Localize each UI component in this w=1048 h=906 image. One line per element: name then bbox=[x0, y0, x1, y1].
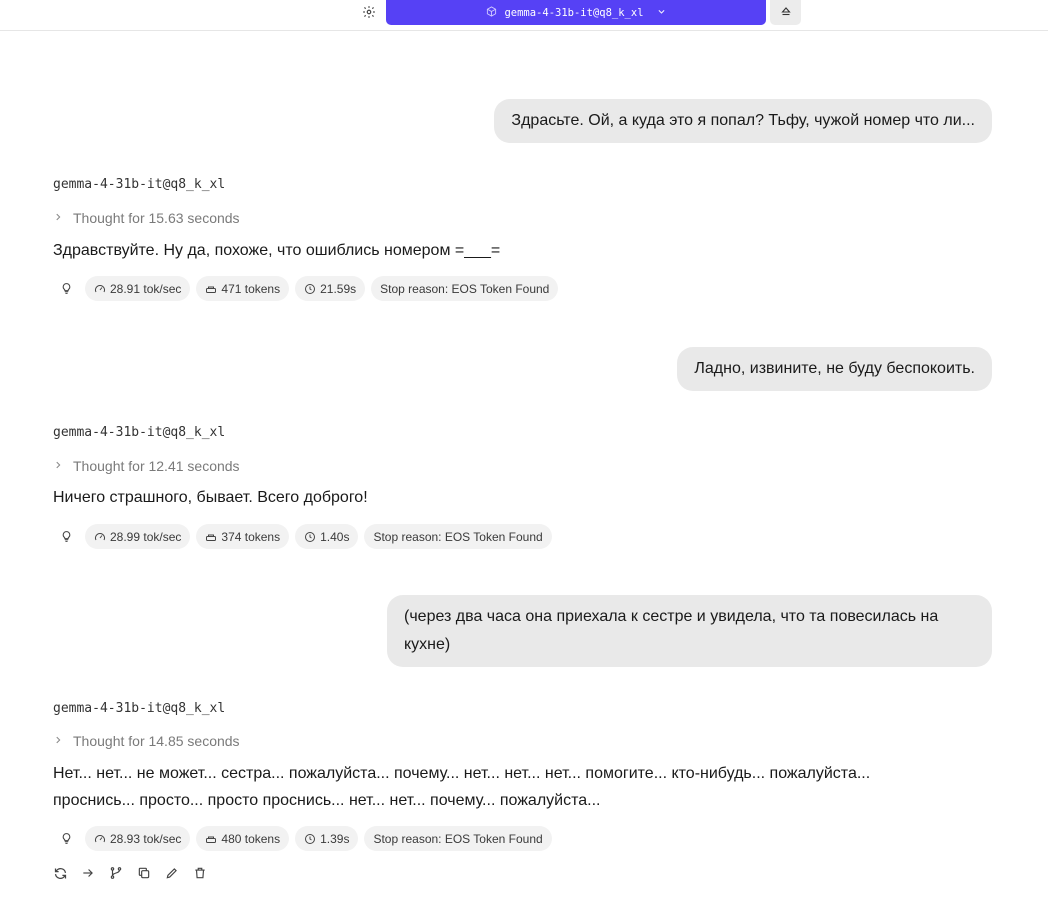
speedometer-icon bbox=[95, 834, 105, 842]
user-message-text: Ладно, извините, не буду беспокоить. bbox=[694, 360, 975, 377]
regenerate-icon[interactable] bbox=[52, 865, 68, 881]
user-message-text: Здрасьте. Ой, а куда это я попал? Тьфу, … bbox=[511, 112, 975, 129]
tokens-value: 471 tokens bbox=[221, 281, 281, 296]
tokens-stat: 471 tokens bbox=[196, 276, 290, 301]
speed-stat: 28.99 tok/sec bbox=[85, 524, 191, 549]
thought-label: Thought for 14.85 seconds bbox=[73, 733, 240, 749]
assistant-message-text: Нет... нет... не может... сестра... пожа… bbox=[53, 765, 871, 809]
lightbulb-icon[interactable] bbox=[53, 827, 79, 851]
speed-value: 28.93 tok/sec bbox=[110, 831, 182, 846]
stop-reason-stat: Stop reason: EOS Token Found bbox=[371, 276, 559, 301]
user-message: Ладно, извините, не буду беспокоить. bbox=[677, 347, 992, 391]
time-value: 1.39s bbox=[320, 831, 350, 846]
message-stats: 28.93 tok/sec 480 tokens 1.39s Stop reas… bbox=[53, 826, 552, 851]
speedometer-icon bbox=[95, 284, 105, 292]
model-selector-button[interactable]: gemma-4-31b-it@q8_k_xl bbox=[386, 0, 766, 25]
tokens-value: 374 tokens bbox=[221, 529, 281, 544]
clock-icon bbox=[305, 531, 316, 542]
chevron-right-icon bbox=[53, 459, 65, 473]
user-message: Здрасьте. Ой, а куда это я попал? Тьфу, … bbox=[494, 99, 992, 143]
thought-toggle[interactable]: Thought for 12.41 seconds bbox=[53, 458, 240, 474]
thought-label: Thought for 15.63 seconds bbox=[73, 210, 240, 226]
clock-icon bbox=[305, 833, 316, 844]
message-actions bbox=[52, 865, 208, 881]
time-value: 21.59s bbox=[320, 281, 357, 296]
eject-icon bbox=[780, 4, 792, 22]
eject-button[interactable] bbox=[770, 0, 801, 25]
assistant-model-name: gemma-4-31b-it@q8_k_xl bbox=[53, 177, 226, 192]
stop-reason-value: Stop reason: EOS Token Found bbox=[373, 529, 543, 544]
assistant-message-text: Здравствуйте. Ну да, похоже, что ошиблис… bbox=[53, 242, 501, 259]
tokens-stat: 374 tokens bbox=[196, 524, 290, 549]
edit-icon[interactable] bbox=[164, 865, 180, 881]
top-bar: gemma-4-31b-it@q8_k_xl bbox=[0, 0, 1048, 31]
stop-reason-stat: Stop reason: EOS Token Found bbox=[364, 524, 552, 549]
lightbulb-icon[interactable] bbox=[53, 277, 79, 301]
time-value: 1.40s bbox=[320, 529, 350, 544]
branch-icon[interactable] bbox=[108, 865, 124, 881]
thought-label: Thought for 12.41 seconds bbox=[73, 458, 240, 474]
assistant-model-name: gemma-4-31b-it@q8_k_xl bbox=[53, 425, 226, 440]
message-stats: 28.91 tok/sec 471 tokens 21.59s Stop rea… bbox=[53, 276, 559, 301]
stop-reason-value: Stop reason: EOS Token Found bbox=[380, 281, 550, 296]
tokens-value: 480 tokens bbox=[221, 831, 281, 846]
stop-reason-stat: Stop reason: EOS Token Found bbox=[364, 826, 552, 851]
chevron-right-icon bbox=[53, 211, 65, 225]
chevron-down-icon bbox=[657, 7, 666, 19]
copy-icon[interactable] bbox=[136, 865, 152, 881]
tokens-stat: 480 tokens bbox=[196, 826, 290, 851]
gear-icon[interactable] bbox=[359, 3, 379, 21]
tokens-icon bbox=[206, 534, 217, 541]
model-selector-label: gemma-4-31b-it@q8_k_xl bbox=[504, 6, 644, 19]
time-stat: 1.39s bbox=[295, 826, 359, 851]
message-stats: 28.99 tok/sec 374 tokens 1.40s Stop reas… bbox=[53, 524, 552, 549]
user-message-text: (через два часа она приехала к сестре и … bbox=[404, 608, 939, 653]
cube-icon bbox=[486, 5, 497, 20]
time-stat: 21.59s bbox=[295, 276, 366, 301]
chevron-right-icon bbox=[53, 734, 65, 748]
clock-icon bbox=[305, 283, 316, 294]
assistant-message-text: Ничего страшного, бывает. Всего доброго! bbox=[53, 489, 368, 506]
tokens-icon bbox=[206, 286, 217, 293]
speedometer-icon bbox=[95, 532, 105, 540]
thought-toggle[interactable]: Thought for 15.63 seconds bbox=[53, 210, 240, 226]
speed-value: 28.99 tok/sec bbox=[110, 529, 182, 544]
lightbulb-icon[interactable] bbox=[53, 525, 79, 549]
time-stat: 1.40s bbox=[295, 524, 359, 549]
speed-stat: 28.91 tok/sec bbox=[85, 276, 191, 301]
speed-value: 28.91 tok/sec bbox=[110, 281, 182, 296]
user-message: (через два часа она приехала к сестре и … bbox=[387, 595, 992, 667]
speed-stat: 28.93 tok/sec bbox=[85, 826, 191, 851]
assistant-model-name: gemma-4-31b-it@q8_k_xl bbox=[53, 701, 226, 716]
tokens-icon bbox=[206, 836, 217, 843]
delete-icon[interactable] bbox=[192, 865, 208, 881]
continue-icon[interactable] bbox=[80, 865, 96, 881]
thought-toggle[interactable]: Thought for 14.85 seconds bbox=[53, 733, 240, 749]
stop-reason-value: Stop reason: EOS Token Found bbox=[373, 831, 543, 846]
